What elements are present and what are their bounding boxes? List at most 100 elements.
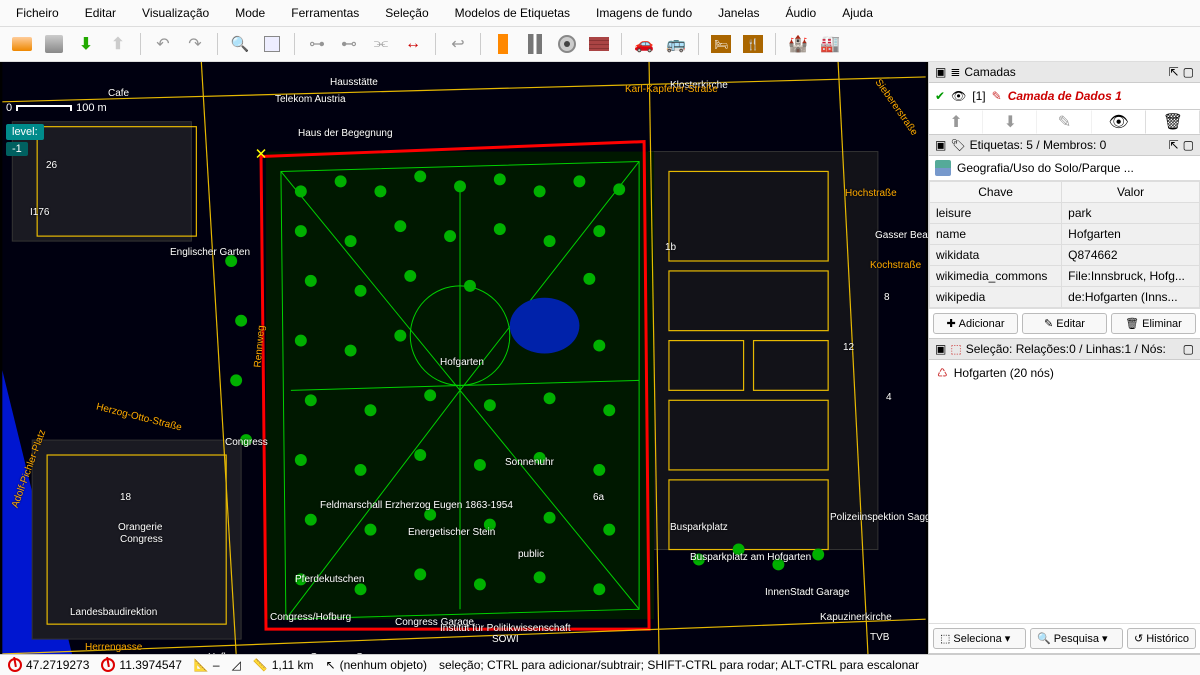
menu-imagens-fundo[interactable]: Imagens de fundo (592, 4, 696, 22)
tag-row[interactable]: leisurepark (930, 203, 1200, 224)
visible-icon[interactable]: ✔ (935, 89, 945, 103)
collapse-icon[interactable]: ▣ (935, 65, 946, 79)
reverse-button[interactable]: ↔ (399, 31, 427, 57)
tag-row[interactable]: wikidataQ874662 (930, 245, 1200, 266)
label-4: 4 (886, 392, 892, 403)
split-way-button[interactable]: ⊷ (335, 31, 363, 57)
label-haus-begegnung: Haus der Begegnung (298, 128, 393, 139)
bed-icon: 🛏 (711, 35, 731, 53)
preset-wall-button[interactable] (585, 31, 613, 57)
delete-tag-button[interactable]: 🗑Eliminar (1111, 313, 1196, 334)
toolbar-separator (140, 33, 141, 55)
preset-hotel-button[interactable]: 🛏 (707, 31, 735, 57)
way-icon: ♺ (937, 366, 948, 380)
selection-item[interactable]: ♺ Hofgarten (20 nós) (935, 364, 1194, 382)
trash-icon: 🗑 (1125, 317, 1139, 330)
zoom-button[interactable]: 🔍 (226, 31, 254, 57)
menu-visualizacao[interactable]: Visualização (138, 4, 213, 22)
triangle-icon: ◿ (232, 658, 241, 672)
download-button[interactable]: ⬇ (72, 31, 100, 57)
preset-landuse-button[interactable] (489, 31, 517, 57)
preset-factory-button[interactable]: 🏭 (816, 31, 844, 57)
close-icon[interactable]: ▢ (1183, 138, 1194, 152)
toolbar-separator (294, 33, 295, 55)
pin-icon[interactable]: ⇱ (1169, 65, 1179, 79)
redo-button[interactable]: ↷ (181, 31, 209, 57)
preset-castle-button[interactable]: 🏰 (784, 31, 812, 57)
label-sonnenuhr: Sonnenuhr (505, 457, 554, 468)
tag-row[interactable]: nameHofgarten (930, 224, 1200, 245)
layer-delete-button[interactable]: 🗑 (1146, 110, 1200, 134)
label-adolf-pichler: Adolf-Pichler-Platz (10, 428, 48, 509)
label-englischer-garten: Englischer Garten (170, 247, 250, 258)
close-icon[interactable]: ▢ (1183, 65, 1194, 79)
open-button[interactable] (8, 31, 36, 57)
menu-mode[interactable]: Mode (231, 4, 269, 22)
history-button[interactable]: ↺Histórico (1127, 628, 1196, 649)
label-8: 8 (884, 292, 890, 303)
menu-ajuda[interactable]: Ajuda (838, 4, 877, 22)
select-button[interactable]: ⬚Seleciona▾ (933, 628, 1026, 649)
layer-up-button[interactable]: ⬆ (929, 110, 983, 134)
label-rennweg: Rennweg (253, 325, 268, 368)
side-panels: ▣ ≣ Camadas ⇱ ▢ ✔ 👁 [1] ✎ Camada de Dado… (928, 62, 1200, 654)
menu-audio[interactable]: Áudio (782, 4, 821, 22)
preset-bus-button[interactable]: 🚌 (662, 31, 690, 57)
close-icon[interactable]: ▢ (1183, 342, 1194, 356)
layer-down-button[interactable]: ⬇ (983, 110, 1037, 134)
tag-row[interactable]: wikimedia_commonsFile:Innsbruck, Hofg... (930, 266, 1200, 287)
plus-icon: ✚ (946, 317, 955, 330)
layers-icon: ≣ (950, 65, 960, 79)
menu-ficheiro[interactable]: Ficheiro (12, 4, 63, 22)
search-button[interactable]: 🔍Pesquisa▾ (1030, 628, 1123, 649)
collapse-icon[interactable]: ▣ (935, 138, 946, 152)
status-hint: seleção; CTRL para adicionar/subtrair; S… (439, 658, 1192, 672)
disk-icon (45, 35, 63, 53)
layer-visibility-button[interactable]: 👁 (1092, 110, 1146, 134)
combine-button[interactable]: ⫘ (367, 31, 395, 57)
menu-selecao[interactable]: Seleção (381, 4, 432, 22)
label-karl-kapferer-str: Karl-Kapferer-Straße (625, 84, 718, 95)
label-1b: 1b (665, 242, 676, 253)
tag-value: Hofgarten (1062, 224, 1200, 245)
upload-button[interactable]: ⬆ (104, 31, 132, 57)
save-button[interactable] (40, 31, 68, 57)
map-view[interactable]: 0100 m level: -1 Hofgarten Englischer Ga… (0, 62, 928, 654)
collapse-icon[interactable]: ▣ (935, 342, 946, 356)
zoom-selection-button[interactable] (258, 31, 286, 57)
tags-col-value[interactable]: Valor (1062, 182, 1200, 203)
preset-road-button[interactable] (521, 31, 549, 57)
status-lat: 47.2719273 (8, 658, 89, 672)
layer-index: [1] (972, 89, 985, 103)
label-telekom: Telekom Austria (275, 94, 346, 105)
add-tag-button[interactable]: ✚Adicionar (933, 313, 1018, 334)
selection-panel: ▣ ⬚ Seleção: Relações:0 / Linhas:1 / Nós… (929, 339, 1200, 654)
layer-item[interactable]: ✔ 👁 [1] ✎ Camada de Dados 1 (933, 87, 1196, 105)
preset-car-button[interactable]: 🚗 (630, 31, 658, 57)
label-congress: Congress (225, 437, 268, 448)
menu-editar[interactable]: Editar (81, 4, 120, 22)
menu-ferramentas[interactable]: Ferramentas (287, 4, 363, 22)
tags-col-key[interactable]: Chave (930, 182, 1062, 203)
menu-modelos-etiquetas[interactable]: Modelos de Etiquetas (451, 4, 574, 22)
folder-icon (12, 37, 32, 51)
edit-tag-button[interactable]: ✎Editar (1022, 313, 1107, 334)
menu-janelas[interactable]: Janelas (714, 4, 763, 22)
label-hofgarten: Hofgarten (440, 357, 484, 368)
merge-nodes-button[interactable]: ⊶ (303, 31, 331, 57)
layer-activate-button[interactable]: ✎ (1037, 110, 1091, 134)
label-cafe: Cafe (108, 88, 129, 99)
toolbar-separator (480, 33, 481, 55)
pin-icon[interactable]: ⇱ (1169, 138, 1179, 152)
preset-restaurant-button[interactable]: 🍴 (739, 31, 767, 57)
tag-row[interactable]: wikipediade:Hofgarten (Inns... (930, 287, 1200, 308)
tags-category[interactable]: Geografia/Uso do Solo/Parque ... (929, 156, 1200, 181)
undo-button[interactable]: ↶ (149, 31, 177, 57)
search-icon: 🔍 (1037, 632, 1051, 645)
label-congress-hofburg: Congress/Hofburg (270, 612, 351, 623)
back-button[interactable]: ↩ (444, 31, 472, 57)
map-labels: Hofgarten Englischer Garten Congress Ora… (0, 62, 928, 654)
eye-icon[interactable]: 👁 (951, 89, 966, 103)
label-i176: I176 (30, 207, 49, 218)
preset-roundabout-button[interactable] (553, 31, 581, 57)
